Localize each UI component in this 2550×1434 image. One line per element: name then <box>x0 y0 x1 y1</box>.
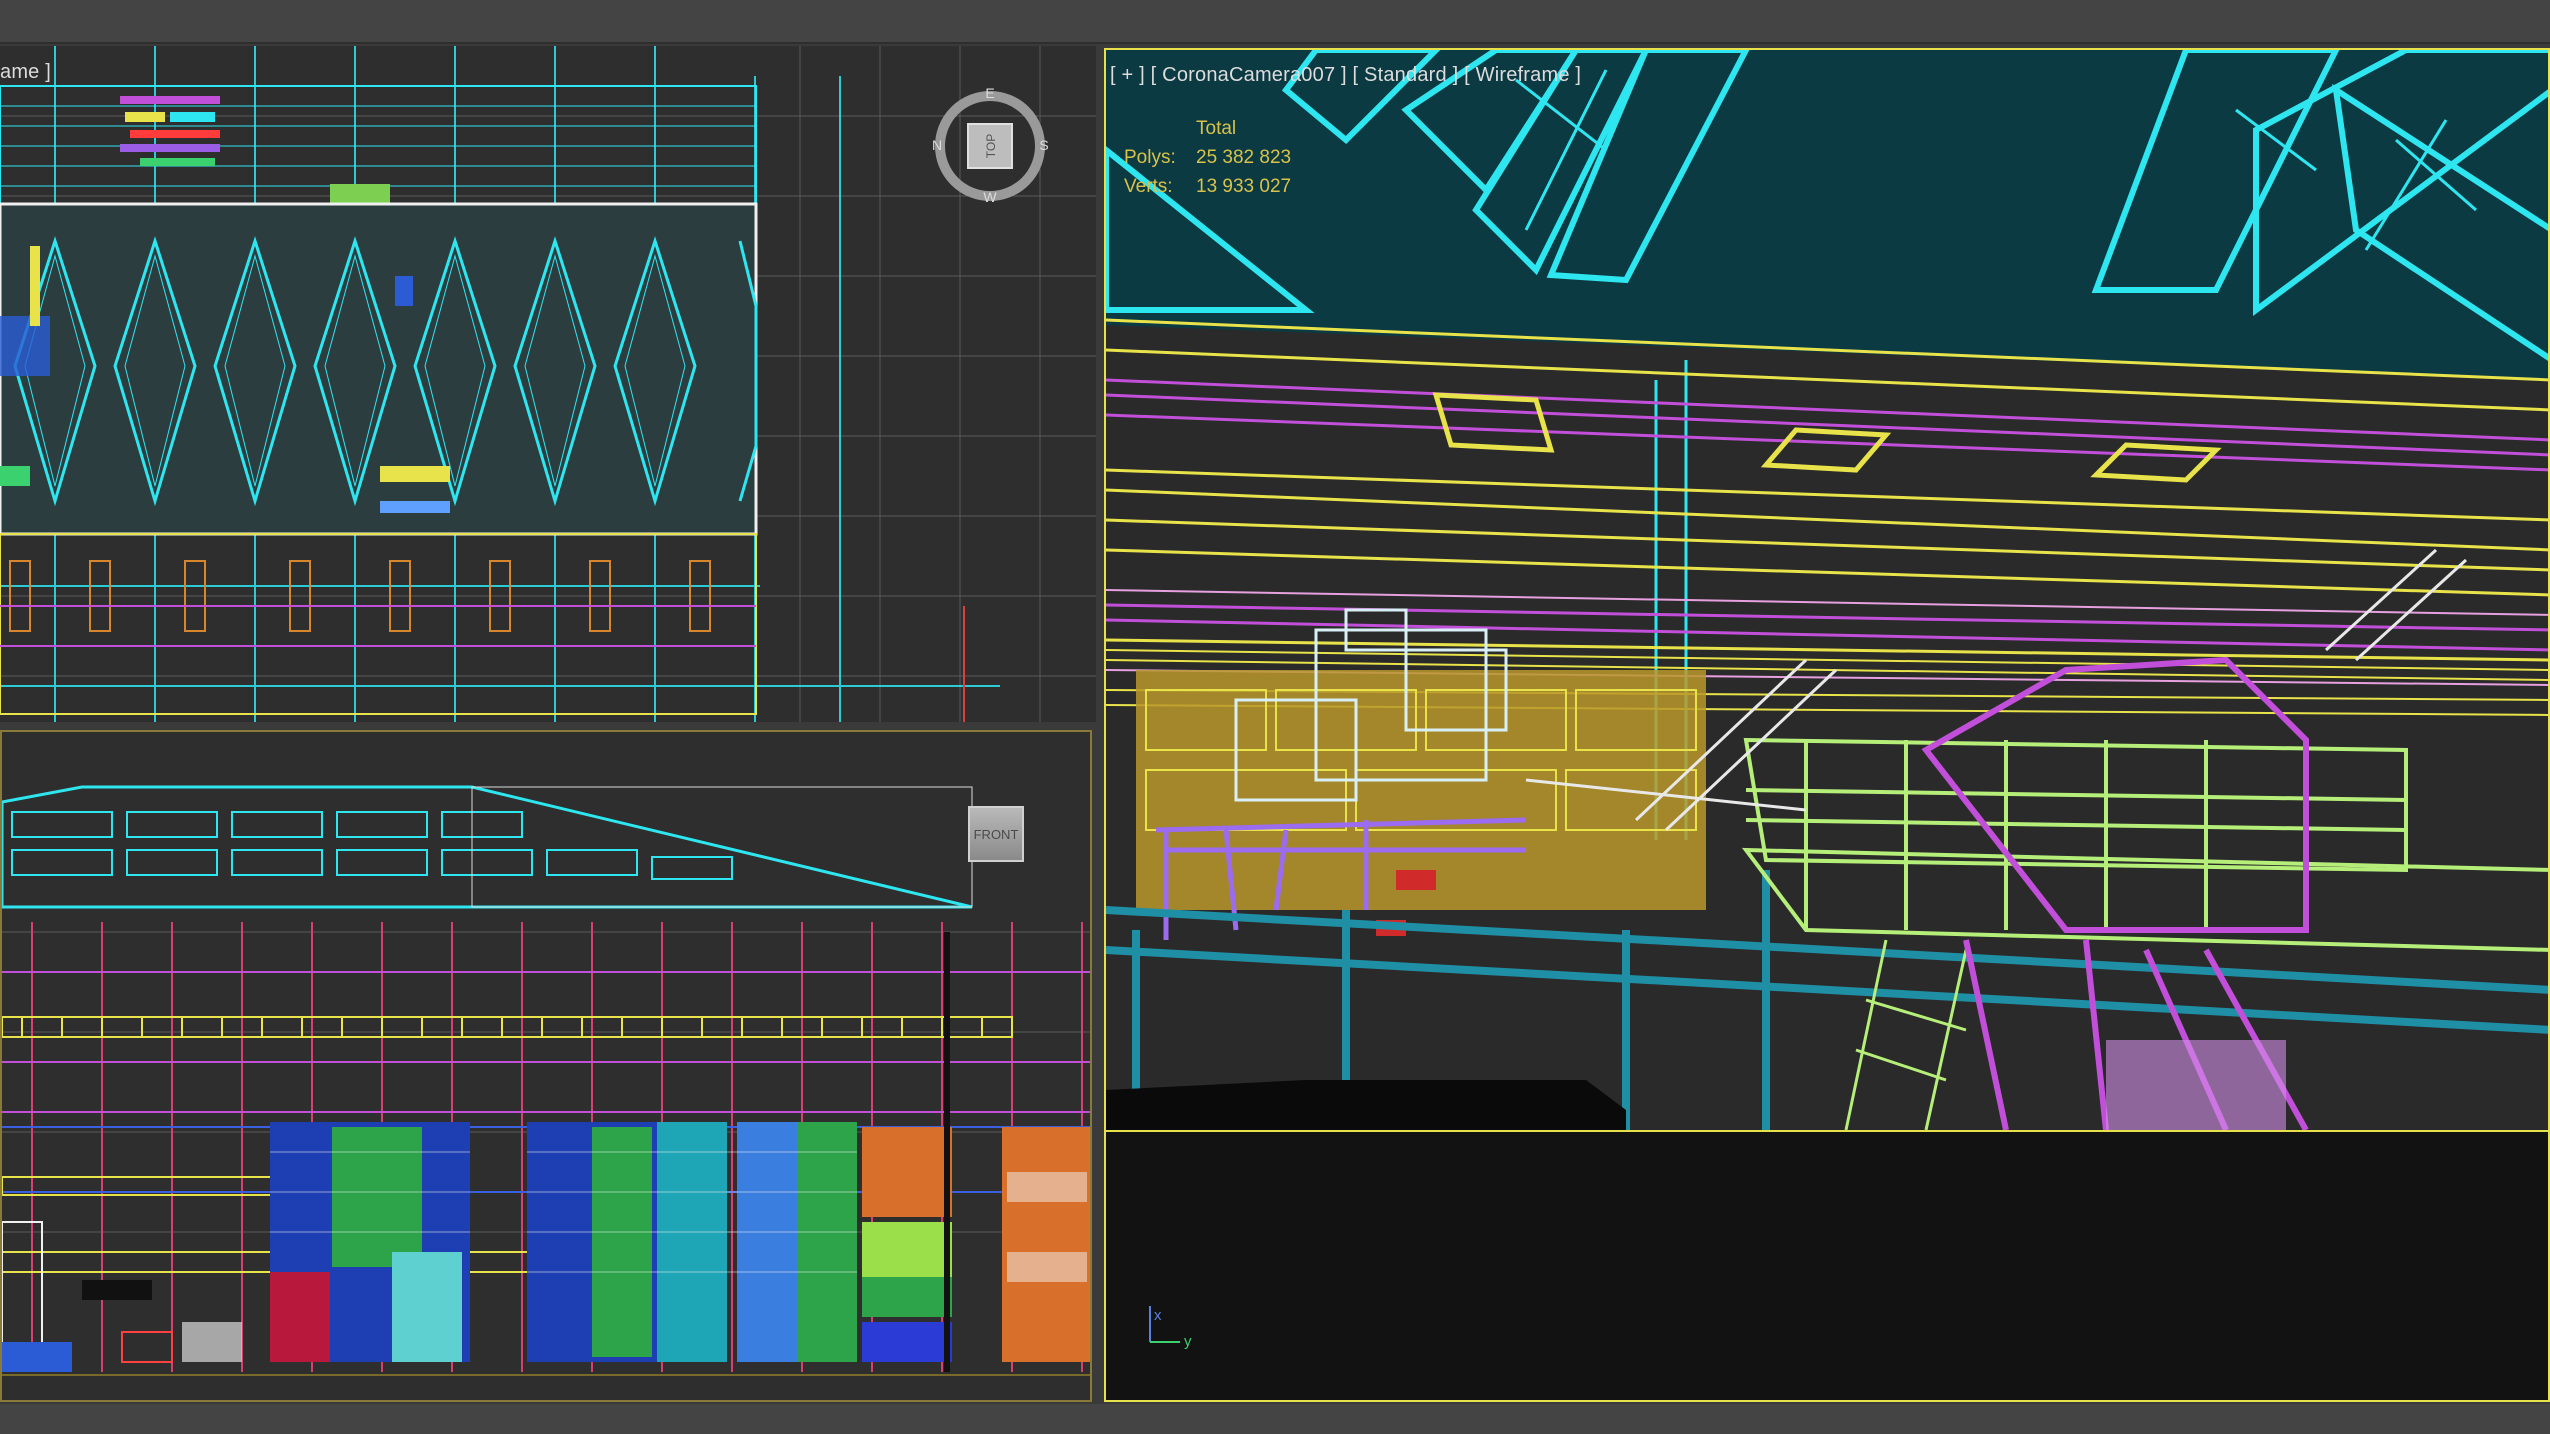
front-cube-label: FRONT <box>973 826 1019 842</box>
svg-text:N: N <box>932 137 942 153</box>
top-toolbar <box>0 0 2550 44</box>
svg-text:W: W <box>983 189 997 205</box>
bottom-bar <box>0 1404 2550 1434</box>
verts-label: Verts: <box>1124 176 1173 197</box>
svg-text:x: x <box>1154 1307 1162 1324</box>
svg-text:y: y <box>1184 1333 1192 1350</box>
front-view-cube[interactable]: FRONT <box>968 806 1024 862</box>
top-viewport-label[interactable]: ame ] <box>0 61 51 84</box>
svg-text:E: E <box>985 86 994 101</box>
camera-view-wireframe <box>1106 50 2548 1132</box>
verts-value: 13 933 027 <box>1196 176 1292 197</box>
cube-face-top-label: TOP <box>984 134 998 158</box>
camera-viewport-label[interactable]: [ + ] [ CoronaCamera007 ] [ Standard ] [… <box>1110 64 1581 87</box>
top-view-cube[interactable]: TOP E N S W <box>930 86 1050 206</box>
polys-label: Polys: <box>1124 147 1176 168</box>
polys-value: 25 382 823 <box>1196 147 1292 168</box>
camera-viewport[interactable]: [ + ] [ CoronaCamera007 ] [ Standard ] [… <box>1104 48 2550 1402</box>
svg-text:S: S <box>1039 137 1048 153</box>
stats-header: Total <box>1196 118 1237 139</box>
top-viewport[interactable]: ame ] TOP E N S W <box>0 46 1096 722</box>
axis-tripod-icon: y x <box>1149 1306 1192 1350</box>
front-viewport[interactable]: FRONT <box>0 730 1092 1402</box>
front-view-wireframe <box>2 785 1090 1376</box>
stats-overlay: Total Polys: 25 382 823 Verts: 13 933 02… <box>1124 114 1291 201</box>
